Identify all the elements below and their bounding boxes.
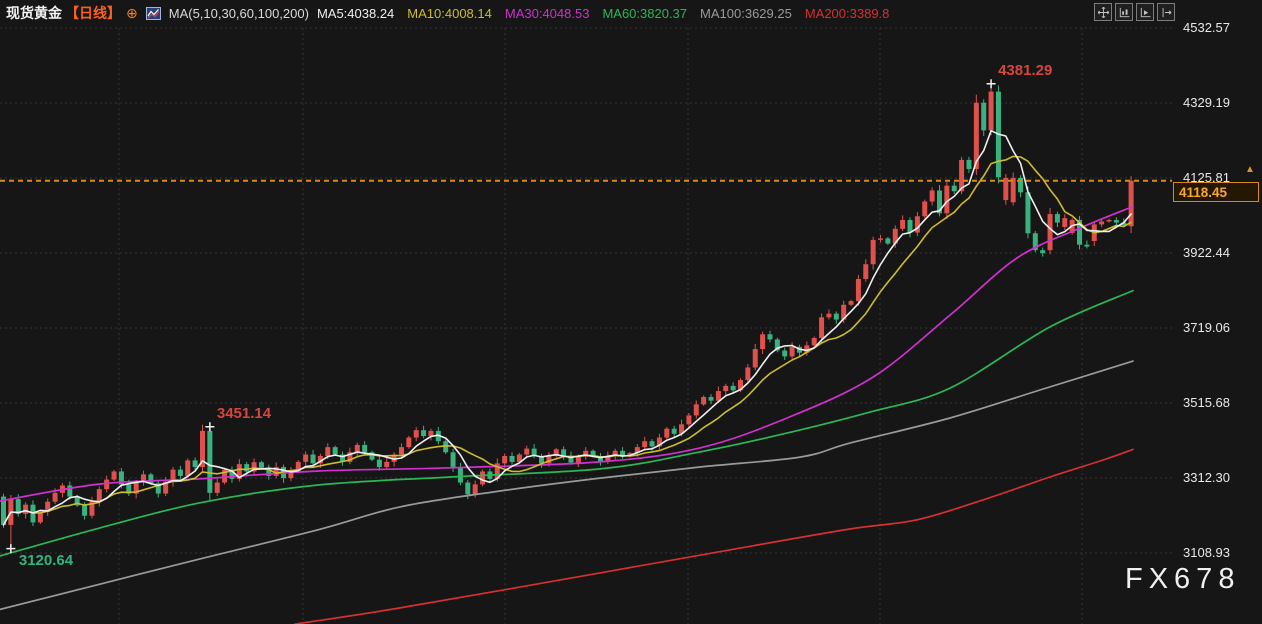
ma-group-label: MA(5,10,30,60,100,200)	[169, 6, 309, 21]
ma-legend-item: MA5:4038.24	[317, 6, 394, 21]
current-price-box: 4118.45	[1173, 182, 1259, 202]
price-annotation: 3451.14	[217, 405, 271, 422]
ma-legend: MA5:4038.24 MA10:4008.14 MA30:4048.53 MA60:…	[317, 6, 889, 21]
latest-price-arrow-icon[interactable]: ▲	[1245, 164, 1255, 175]
ma-legend-item: MA100:3629.25	[700, 6, 792, 21]
chart-toolbar	[1094, 3, 1175, 21]
current-price-value: 4118.45	[1179, 185, 1227, 200]
scroll-right-icon[interactable]	[1157, 3, 1175, 21]
ma-legend-item: MA10:4008.14	[407, 6, 492, 21]
candlestick-chart[interactable]	[0, 0, 1262, 624]
ma-legend-item: MA200:3389.8	[805, 6, 890, 21]
price-annotation: 4381.29	[998, 62, 1052, 79]
ma-legend-item: MA30:4048.53	[505, 6, 590, 21]
pan-move-icon[interactable]	[1094, 3, 1112, 21]
instrument-title: 现货黄金	[6, 3, 62, 23]
ma-legend-item: MA60:3820.37	[602, 6, 687, 21]
mini-chart-icon[interactable]	[146, 7, 161, 20]
chart-app: 现货黄金 【日线】 ⊕ MA(5,10,30,60,100,200) MA5:4…	[0, 0, 1262, 624]
period-label[interactable]: 【日线】	[65, 3, 121, 23]
price-annotation: 3120.64	[19, 552, 73, 569]
circle-plus-icon[interactable]: ⊕	[126, 6, 138, 20]
watermark: FX678	[1125, 563, 1240, 596]
axis-bars-icon[interactable]	[1115, 3, 1133, 21]
axis-play-icon[interactable]	[1136, 3, 1154, 21]
chart-header: 现货黄金 【日线】 ⊕ MA(5,10,30,60,100,200) MA5:4…	[6, 3, 889, 23]
